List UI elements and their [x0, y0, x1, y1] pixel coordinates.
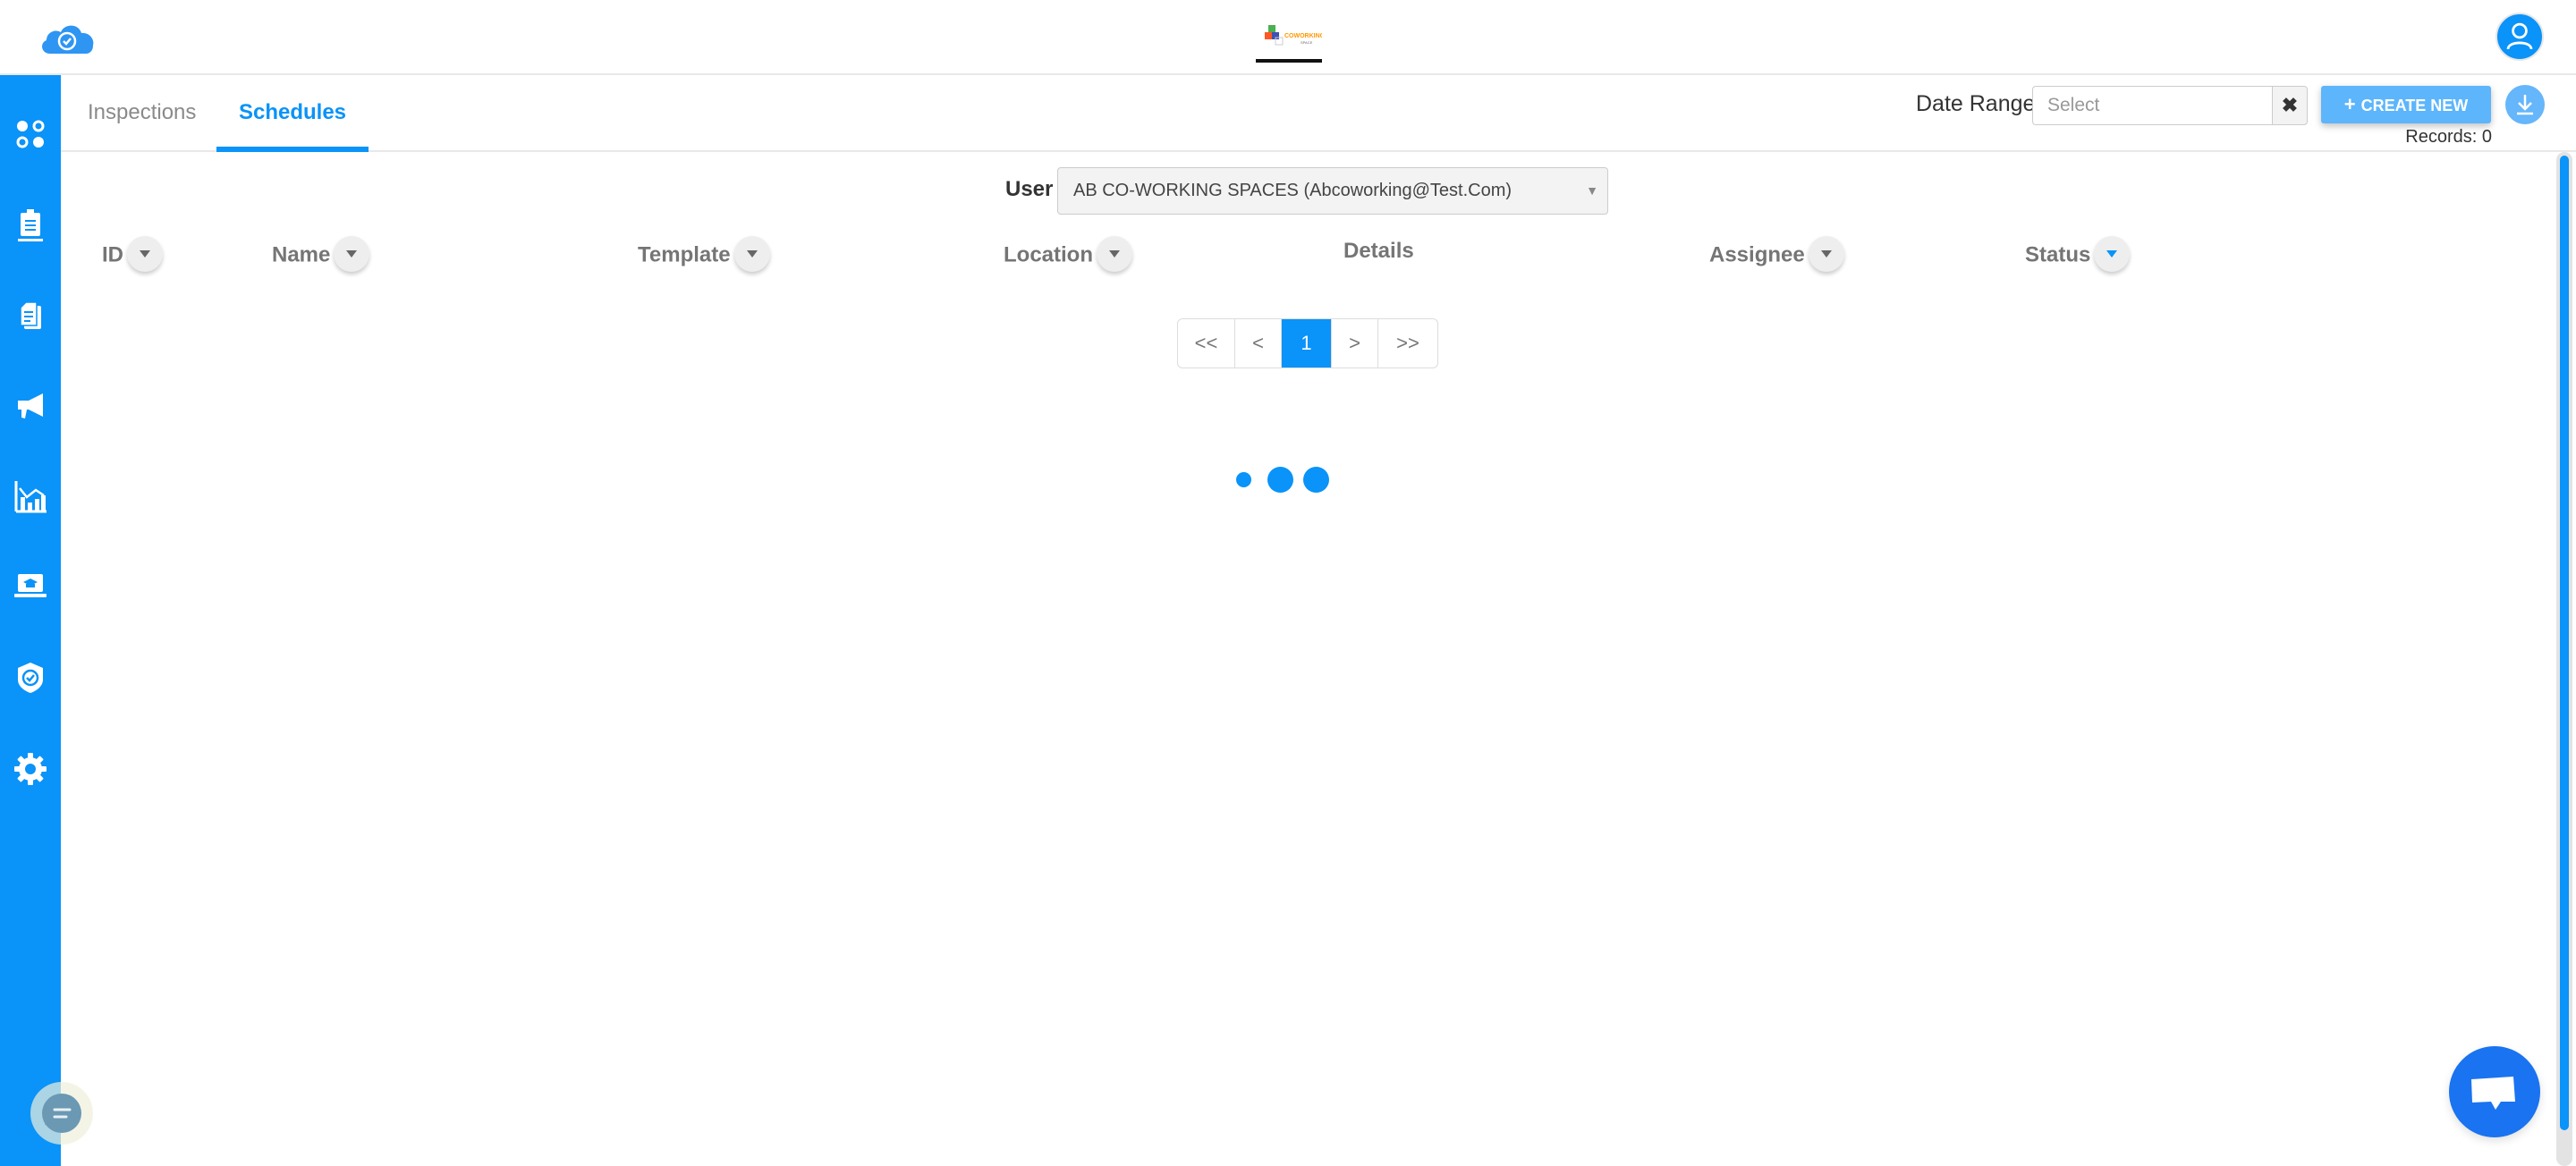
- create-new-button[interactable]: + CREATE NEW: [2321, 86, 2491, 123]
- column-header-id: ID: [102, 236, 163, 272]
- column-label: Status: [2025, 242, 2091, 267]
- filter-dropdown-icon[interactable]: [2094, 236, 2131, 272]
- column-header-details: Details: [1343, 238, 1414, 266]
- column-header-status: Status: [2025, 236, 2131, 272]
- column-header-location: Location: [1004, 236, 1132, 272]
- laptop-graduation-icon[interactable]: [13, 569, 48, 604]
- sort-dropdown-icon[interactable]: [733, 236, 770, 272]
- company-logo-image: COWORKING SPACE: [1265, 25, 1326, 46]
- column-label: Location: [1004, 242, 1093, 267]
- company-logo: COWORKING SPACE: [1256, 20, 1326, 63]
- column-label: Name: [272, 242, 331, 267]
- tab-schedules[interactable]: Schedules: [216, 75, 369, 152]
- svg-text:SPACE: SPACE: [1301, 40, 1313, 45]
- loading-dot: [1303, 467, 1329, 493]
- chevron-down-icon: ▼: [1586, 183, 1598, 198]
- sort-dropdown-icon[interactable]: [127, 236, 163, 272]
- support-chat-icon[interactable]: [2449, 1046, 2540, 1137]
- gear-icon[interactable]: [13, 751, 48, 787]
- tab-inspections[interactable]: Inspections: [88, 75, 196, 150]
- download-icon[interactable]: [2505, 85, 2545, 124]
- next-page-button[interactable]: >: [1332, 319, 1378, 368]
- user-filter-label: User: [1005, 177, 1054, 201]
- column-label: Assignee: [1709, 242, 1805, 267]
- shield-check-icon[interactable]: [13, 660, 48, 696]
- user-profile-icon[interactable]: [2496, 13, 2544, 61]
- scrollbar-thumb[interactable]: [2560, 156, 2569, 1130]
- last-page-button[interactable]: >>: [1378, 319, 1437, 368]
- user-select-value: AB CO-WORKING SPACES (Abcoworking@Test.C…: [1073, 181, 1513, 200]
- documents-icon[interactable]: [13, 299, 48, 334]
- scrollbar[interactable]: [2556, 152, 2572, 1166]
- date-range-label: Date Range: [1916, 91, 2036, 116]
- feedback-chat-icon[interactable]: [30, 1082, 93, 1145]
- loading-dot: [1236, 472, 1251, 487]
- user-select[interactable]: AB CO-WORKING SPACES (Abcoworking@Test.C…: [1057, 167, 1608, 215]
- logo-underline: [1256, 59, 1322, 63]
- records-count: Records: 0: [2405, 127, 2492, 147]
- date-range-input[interactable]: [2032, 86, 2272, 125]
- sort-dropdown-icon[interactable]: [334, 236, 370, 272]
- create-new-label: CREATE NEW: [2360, 97, 2469, 114]
- pagination: << < 1 > >>: [1177, 318, 1438, 368]
- column-label: Details: [1343, 239, 1414, 263]
- column-label: ID: [102, 242, 123, 267]
- loading-dot: [1267, 467, 1293, 493]
- column-header-assignee: Assignee: [1709, 236, 1844, 272]
- cloud-check-logo[interactable]: [38, 20, 97, 55]
- chart-icon[interactable]: [13, 479, 48, 515]
- top-header: COWORKING SPACE: [0, 0, 2576, 75]
- first-page-button[interactable]: <<: [1178, 319, 1235, 368]
- megaphone-icon[interactable]: [13, 388, 48, 424]
- svg-text:COWORKING: COWORKING: [1284, 33, 1322, 39]
- page-1-button[interactable]: 1: [1282, 319, 1332, 368]
- plus-icon: +: [2343, 93, 2356, 115]
- dots-grid-icon[interactable]: [13, 116, 48, 152]
- sidebar: [0, 75, 61, 1166]
- clear-date-button[interactable]: ✖: [2272, 86, 2308, 125]
- prev-page-button[interactable]: <: [1235, 319, 1282, 368]
- column-header-template: Template: [638, 236, 770, 272]
- sort-dropdown-icon[interactable]: [1808, 236, 1844, 272]
- column-label: Template: [638, 242, 731, 267]
- sort-dropdown-icon[interactable]: [1097, 236, 1132, 272]
- column-header-name: Name: [272, 236, 370, 272]
- clipboard-icon[interactable]: [13, 207, 48, 243]
